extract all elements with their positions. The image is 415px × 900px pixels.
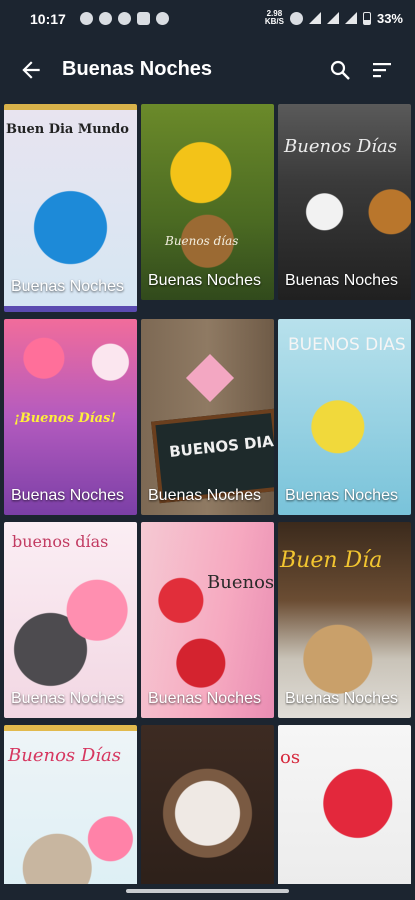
signal-icon <box>344 12 357 24</box>
app-bar: Buenas Noches <box>0 40 415 100</box>
notification-icon <box>80 12 93 25</box>
grid-item-label: Buenas Noches <box>148 272 261 289</box>
grid-item-label: Buenas Noches <box>285 690 398 707</box>
grid-item[interactable]: Buenos Días <box>4 725 137 890</box>
gesture-nav-bar <box>0 884 415 900</box>
grid-item[interactable]: BUENOS DIAS Buenas Noches <box>278 319 411 515</box>
grid-item-label: Buenas Noches <box>285 487 398 504</box>
page-title: Buenas Noches <box>62 58 213 80</box>
grid-item[interactable]: Buenos días Buenas Noches <box>141 104 274 300</box>
search-icon[interactable] <box>328 58 352 82</box>
sort-icon[interactable] <box>370 58 394 82</box>
grid-item-label: Buenas Noches <box>11 278 124 295</box>
grid-item-label: Buenas Noches <box>148 690 261 707</box>
alarm-icon <box>289 11 303 25</box>
grid-item-label: Buenas Noches <box>148 487 261 504</box>
grid-item-label: Buenas Noches <box>285 272 398 289</box>
battery-icon <box>362 11 371 25</box>
signal-icon <box>326 12 339 24</box>
grid-item[interactable]: Buenos Días Buenas Noches <box>141 522 274 718</box>
grid-item[interactable] <box>141 725 274 890</box>
grid-item[interactable]: Buen Día Buenas Noches <box>278 522 411 718</box>
grid-item[interactable]: os <box>278 725 411 890</box>
heart-icon <box>185 353 235 403</box>
grid-item[interactable]: Buenos Días Buenas Noches <box>278 104 411 300</box>
notification-icon <box>99 12 112 25</box>
grid-item-label: Buenas Noches <box>11 487 124 504</box>
sync-icon <box>118 12 131 25</box>
network-speed: 2.98 KB/S <box>264 9 284 26</box>
grid-item[interactable]: buenos días Buenas Noches <box>4 522 137 718</box>
grid-item[interactable]: Buen Dia Mundo Buenas Noches <box>4 104 137 312</box>
image-icon <box>137 12 150 25</box>
grid-item-label: Buenas Noches <box>11 690 124 707</box>
settings-icon <box>156 12 169 25</box>
battery-percent: 33% <box>376 10 403 26</box>
wifi-icon <box>308 12 321 24</box>
wallpaper-grid: Buen Dia Mundo Buenas Noches Buenos días… <box>4 104 411 890</box>
home-indicator[interactable] <box>126 889 289 893</box>
grid-item[interactable]: BUENOS DIAS Buenas Noches <box>141 319 274 515</box>
notification-icons <box>80 12 169 25</box>
arrow-back-icon[interactable] <box>18 57 44 83</box>
grid-item[interactable]: ¡Buenos Días! Buenas Noches <box>4 319 137 515</box>
status-bar: 10:17 2.98 KB/S 33% <box>0 0 415 40</box>
status-time: 10:17 <box>30 11 66 27</box>
